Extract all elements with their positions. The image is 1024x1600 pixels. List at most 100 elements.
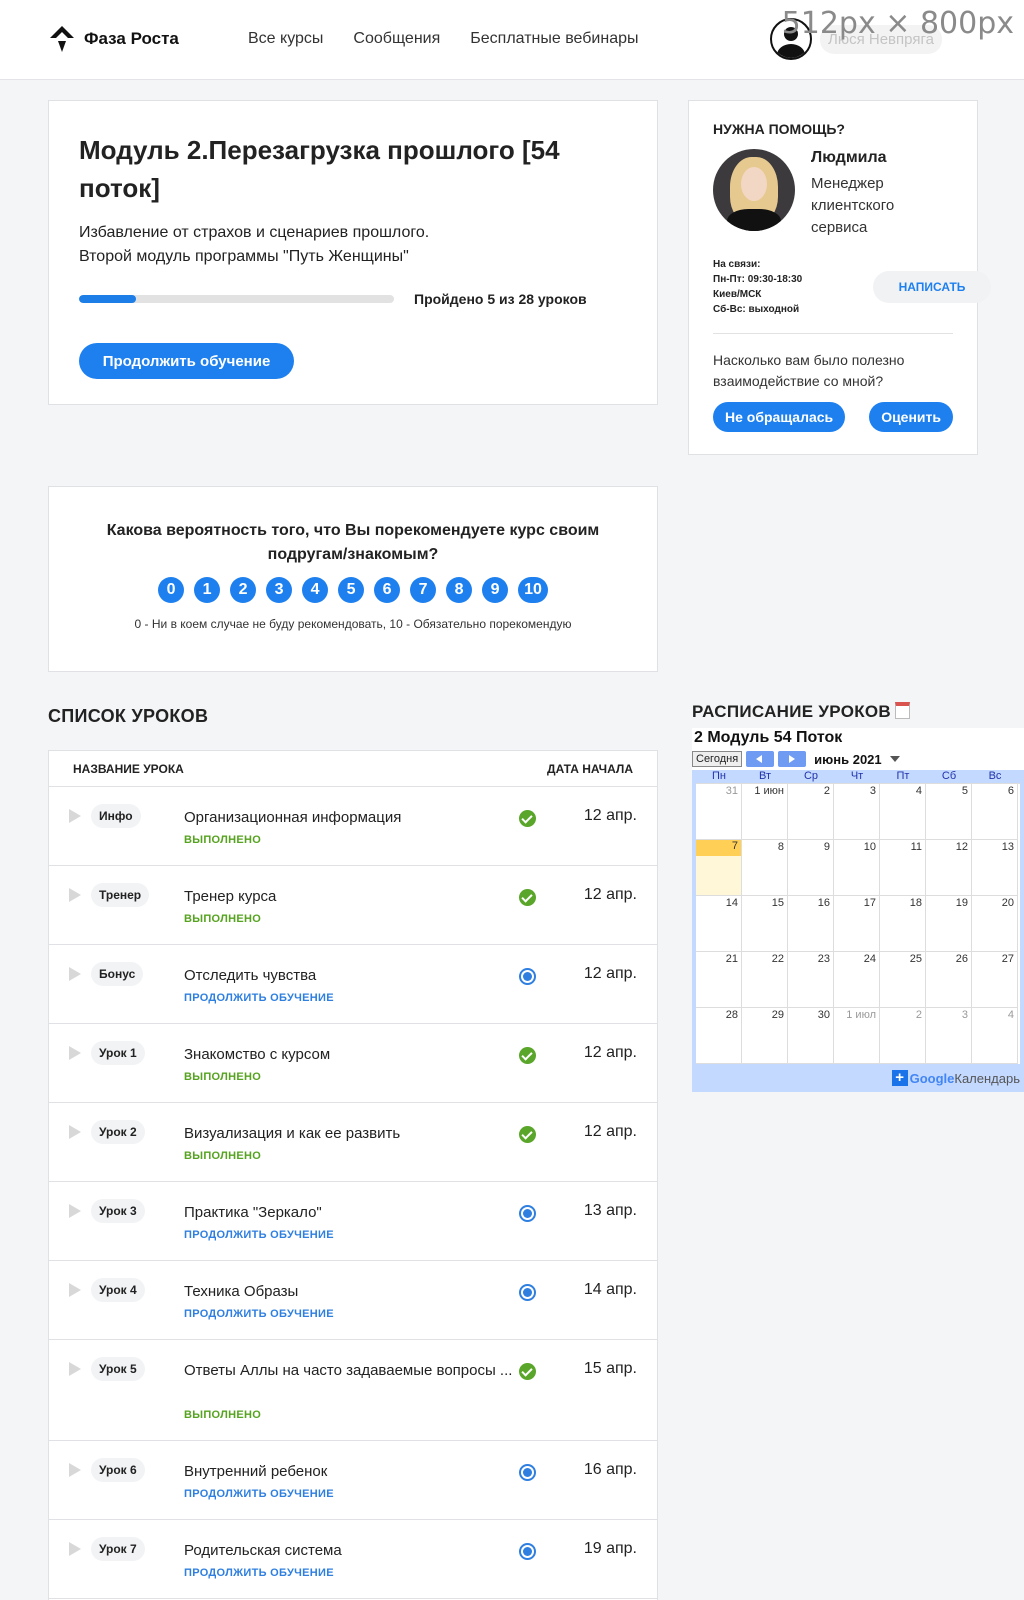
play-icon[interactable] xyxy=(69,888,81,902)
not-contacted-button[interactable]: Не обращалась xyxy=(713,402,846,432)
lesson-status[interactable]: ПРОДОЛЖИТЬ ОБУЧЕНИЕ xyxy=(184,1567,334,1579)
play-icon[interactable] xyxy=(69,1283,81,1297)
calendar-day[interactable]: 20 xyxy=(972,896,1018,952)
rate-button[interactable]: Оценить xyxy=(869,402,953,432)
play-icon[interactable] xyxy=(69,1204,81,1218)
lesson-name[interactable]: Внутренний ребенок xyxy=(184,1461,514,1482)
calendar-day[interactable]: 18 xyxy=(880,896,926,952)
calendar-day[interactable]: 6 xyxy=(972,784,1018,840)
play-icon[interactable] xyxy=(69,1463,81,1477)
play-icon[interactable] xyxy=(69,1362,81,1376)
calendar-day[interactable]: 5 xyxy=(926,784,972,840)
lesson-status[interactable]: ПРОДОЛЖИТЬ ОБУЧЕНИЕ xyxy=(184,1308,334,1320)
calendar-day[interactable]: 28 xyxy=(696,1008,742,1064)
calendar-day[interactable]: 13 xyxy=(972,840,1018,896)
calendar-day[interactable]: 8 xyxy=(742,840,788,896)
calendar-footer[interactable]: + Google Календарь xyxy=(696,1070,1020,1086)
lesson-row[interactable]: Урок 1 Знакомство с курсом ВЫПОЛНЕНО 12 апр… xyxy=(49,1024,657,1103)
lesson-name[interactable]: Техника Образы xyxy=(184,1281,514,1302)
lesson-date: 12 апр. xyxy=(583,1044,637,1061)
play-icon[interactable] xyxy=(69,809,81,823)
lesson-name[interactable]: Знакомство с курсом xyxy=(184,1044,514,1065)
nps-score-button[interactable]: 8 xyxy=(446,577,473,603)
lesson-status: ВЫПОЛНЕНО xyxy=(184,913,262,925)
calendar-day[interactable]: 26 xyxy=(926,952,972,1008)
lesson-status[interactable]: ПРОДОЛЖИТЬ ОБУЧЕНИЕ xyxy=(184,1229,334,1241)
lesson-name[interactable]: Тренер курса xyxy=(184,886,514,907)
calendar-day[interactable]: 4 xyxy=(972,1008,1018,1064)
calendar-day[interactable]: 10 xyxy=(834,840,880,896)
lesson-name[interactable]: Практика "Зеркало" xyxy=(184,1202,514,1223)
calendar-day[interactable]: 12 xyxy=(926,840,972,896)
calendar-day-label: 29 xyxy=(771,1009,784,1021)
play-icon[interactable] xyxy=(69,1542,81,1556)
calendar-day[interactable]: 24 xyxy=(834,952,880,1008)
lesson-row[interactable]: Урок 3 Практика "Зеркало" ПРОДОЛЖИТЬ ОБУЧЕ… xyxy=(49,1182,657,1261)
nps-score-button[interactable]: 1 xyxy=(194,577,221,603)
play-icon[interactable] xyxy=(69,1125,81,1139)
lesson-status[interactable]: ПРОДОЛЖИТЬ ОБУЧЕНИЕ xyxy=(184,992,334,1004)
nps-score-button[interactable]: 4 xyxy=(302,577,329,603)
calendar-day[interactable]: 30 xyxy=(788,1008,834,1064)
lesson-name[interactable]: Организационная информация xyxy=(184,807,514,828)
lesson-name[interactable]: Ответы Аллы на часто задаваемые вопросы … xyxy=(184,1360,514,1381)
calendar-day[interactable]: 17 xyxy=(834,896,880,952)
lesson-row[interactable]: Урок 5 Ответы Аллы на часто задаваемые во… xyxy=(49,1340,657,1441)
lesson-row[interactable]: Урок 6 Внутренний ребенок ПРОДОЛЖИТЬ ОБУЧЕ… xyxy=(49,1441,657,1520)
calendar-day[interactable]: 11 xyxy=(880,840,926,896)
calendar-day[interactable]: 29 xyxy=(742,1008,788,1064)
lesson-row[interactable]: Бонус Отследить чувства ПРОДОЛЖИТЬ ОБУЧЕНИ… xyxy=(49,945,657,1024)
logo[interactable]: Фаза Роста xyxy=(48,24,179,54)
calendar-day[interactable]: 3 xyxy=(834,784,880,840)
add-to-calendar-icon[interactable]: + xyxy=(891,1070,908,1086)
nps-score-button[interactable]: 0 xyxy=(158,577,185,603)
nps-score-button[interactable]: 10 xyxy=(518,577,548,603)
calendar-day[interactable]: 1 июн xyxy=(742,784,788,840)
calendar-day[interactable]: 3 xyxy=(926,1008,972,1064)
calendar-day[interactable]: 1 июл xyxy=(834,1008,880,1064)
nps-score-button[interactable]: 6 xyxy=(374,577,401,603)
calendar-day-today[interactable]: 7 xyxy=(696,840,742,896)
lesson-row[interactable]: Тренер Тренер курса ВЫПОЛНЕНО 12 апр. xyxy=(49,866,657,945)
calendar-day[interactable]: 2 xyxy=(880,1008,926,1064)
calendar-day[interactable]: 25 xyxy=(880,952,926,1008)
lesson-name[interactable]: Отследить чувства xyxy=(184,965,514,986)
calendar-day[interactable]: 2 xyxy=(788,784,834,840)
calendar-day[interactable]: 16 xyxy=(788,896,834,952)
calendar-today-button[interactable]: Сегодня xyxy=(692,751,743,767)
lesson-row[interactable]: Урок 4 Техника Образы ПРОДОЛЖИТЬ ОБУЧЕНИЕ 1… xyxy=(49,1261,657,1340)
nav-messages[interactable]: Сообщения xyxy=(353,30,440,48)
play-icon[interactable] xyxy=(69,1046,81,1060)
calendar-day[interactable]: 22 xyxy=(742,952,788,1008)
play-icon[interactable] xyxy=(69,967,81,981)
nav-all-courses[interactable]: Все курсы xyxy=(248,30,323,48)
calendar-day[interactable]: 4 xyxy=(880,784,926,840)
lesson-row[interactable]: Урок 2 Визуализация и как ее развить ВЫПОЛ… xyxy=(49,1103,657,1182)
calendar-dropdown-icon[interactable] xyxy=(889,756,900,762)
continue-learning-button[interactable]: Продолжить обучение xyxy=(79,343,294,379)
calendar-day[interactable]: 31 xyxy=(696,784,742,840)
calendar-day[interactable]: 23 xyxy=(788,952,834,1008)
lesson-row[interactable]: Урок 7 Родительская система ПРОДОЛЖИТЬ ОБУ… xyxy=(49,1520,657,1599)
calendar-day[interactable]: 27 xyxy=(972,952,1018,1008)
nps-score-button[interactable]: 2 xyxy=(230,577,257,603)
nps-score-button[interactable]: 9 xyxy=(482,577,509,603)
write-button[interactable]: НАПИСАТЬ xyxy=(873,271,991,303)
lesson-row[interactable]: Инфо Организационная информация ВЫПОЛНЕНО 1… xyxy=(49,787,657,866)
calendar-day-label: 3 xyxy=(961,1009,968,1021)
calendar-day[interactable]: 15 xyxy=(742,896,788,952)
calendar-day[interactable]: 14 xyxy=(696,896,742,952)
lesson-status[interactable]: ПРОДОЛЖИТЬ ОБУЧЕНИЕ xyxy=(184,1488,334,1500)
calendar-day[interactable]: 21 xyxy=(696,952,742,1008)
calendar-day[interactable]: 19 xyxy=(926,896,972,952)
nps-score-button[interactable]: 3 xyxy=(266,577,293,603)
calendar-next-icon[interactable] xyxy=(778,751,807,767)
lesson-name[interactable]: Родительская система xyxy=(184,1540,514,1561)
nps-score-button[interactable]: 5 xyxy=(338,577,365,603)
calendar-day[interactable]: 9 xyxy=(788,840,834,896)
lesson-name[interactable]: Визуализация и как ее развить xyxy=(184,1123,514,1144)
nav-free-webinars[interactable]: Бесплатные вебинары xyxy=(470,30,638,48)
lessons-table: НАЗВАНИЕ УРОКА ДАТА НАЧАЛА Инфо Организац… xyxy=(48,750,658,1600)
nps-score-button[interactable]: 7 xyxy=(410,577,437,603)
calendar-prev-icon[interactable] xyxy=(746,751,775,767)
